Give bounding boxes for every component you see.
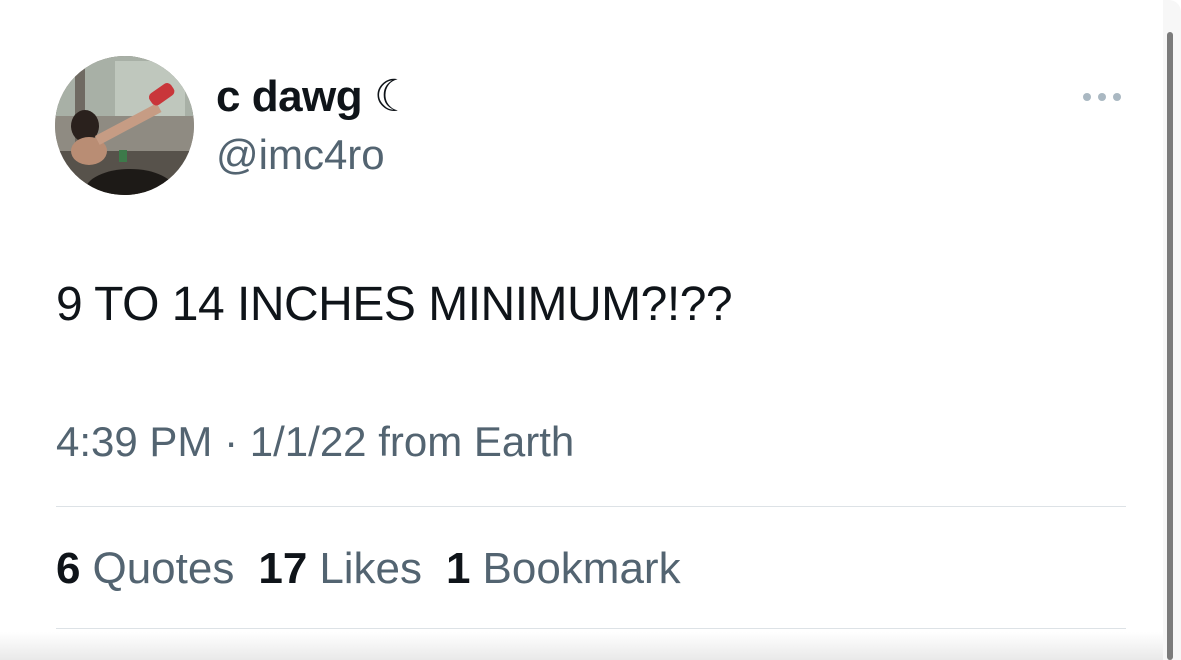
engagement-stats: 6 Quotes 17 Likes 1 Bookmark — [56, 543, 705, 595]
likes-label: Likes — [319, 544, 423, 593]
tweet-text: 9 TO 14 INCHES MINIMUM?!?? — [56, 278, 733, 331]
likes-count: 17 — [258, 544, 308, 593]
tweet-date[interactable]: 1/1/22 — [250, 418, 367, 465]
more-options-button[interactable] — [1080, 84, 1124, 110]
bookmarks-count: 1 — [446, 544, 471, 593]
quotes-count: 6 — [56, 544, 81, 593]
bookmarks-stat[interactable]: 1 Bookmark — [446, 543, 681, 595]
author-handle[interactable]: @imc4ro — [216, 131, 385, 179]
tweet-meta: 4:39 PM · 1/1/22 from Earth — [56, 417, 574, 467]
tweet-source: from Earth — [378, 418, 575, 465]
author-avatar[interactable] — [55, 56, 194, 195]
bottom-edge-shadow — [0, 632, 1163, 660]
more-horizontal-icon — [1083, 93, 1121, 101]
divider — [56, 506, 1126, 507]
tweet-time[interactable]: 4:39 PM — [56, 418, 212, 465]
quotes-label: Quotes — [92, 544, 235, 593]
scrollbar-track[interactable] — [1163, 0, 1181, 660]
divider — [56, 628, 1126, 629]
likes-stat[interactable]: 17 Likes — [258, 543, 422, 595]
meta-separator: · — [224, 418, 239, 465]
author-display-name[interactable]: c dawg ☾ — [216, 72, 413, 122]
avatar-photo — [55, 56, 194, 195]
tweet-card: c dawg ☾ @imc4ro 9 TO 14 INCHES MINIMUM?… — [0, 0, 1181, 660]
bookmarks-label: Bookmark — [482, 544, 681, 593]
scrollbar-thumb[interactable] — [1167, 32, 1173, 660]
quotes-stat[interactable]: 6 Quotes — [56, 543, 234, 595]
